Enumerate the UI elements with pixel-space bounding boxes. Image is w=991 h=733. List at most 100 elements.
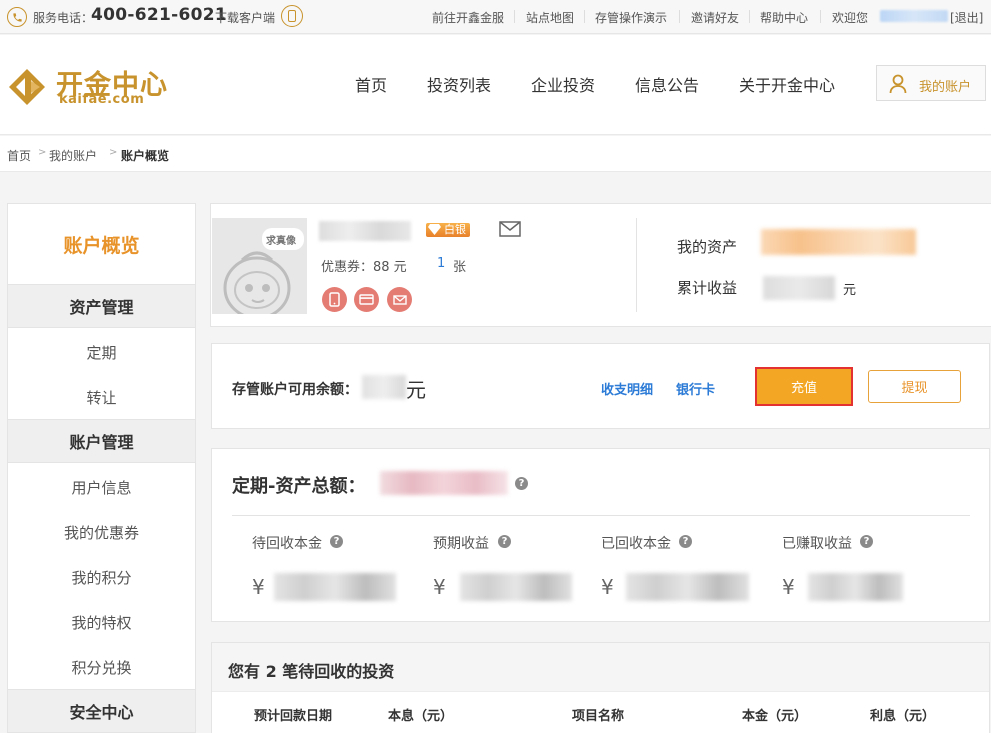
earned-income-label: 已赚取收益 [782,536,852,552]
phone-verify-icon[interactable] [322,287,347,312]
account-sidebar: 账户概览 资产管理 定期 转让 账户管理 用户信息 我的优惠券 我的积分 我的特… [7,203,196,733]
column-header-principal: 本金（元） [742,709,808,724]
download-client-link[interactable]: 下载客户端 [215,9,275,26]
bank-card-link[interactable]: 银行卡 [676,379,715,398]
my-account-button[interactable]: 我的账户 [876,65,986,101]
assets-divider [232,515,970,516]
breadcrumb-my-account[interactable]: 我的账户 [49,147,97,164]
sidebar-group-account: 账户管理 [8,419,195,463]
total-income-label: 累计收益 [677,279,738,297]
sidebar-group-security[interactable]: 安全中心 [8,689,195,733]
nav-investment-list[interactable]: 投资列表 [427,72,491,96]
service-phone-number: 400-621-6021 [91,5,227,25]
transaction-details-link[interactable]: 收支明细 [601,379,653,398]
column-header-principal-interest: 本息（元） [388,709,454,724]
avatar-prompt-text: 求真像 [266,236,296,247]
nav-announcements[interactable]: 信息公告 [635,72,699,96]
avatar[interactable]: 求真像 [212,218,307,314]
site-header: 开金中心 kaifae.com 首页 投资列表 企业投资 信息公告 关于开金中心… [0,35,991,135]
pending-principal-value-redacted [274,573,396,601]
expected-income-label: 预期收益 [433,536,489,552]
my-assets-value-redacted [761,229,916,255]
profile-divider [636,218,637,312]
breadcrumb-current: 账户概览 [121,149,170,163]
nav-about[interactable]: 关于开金中心 [739,72,835,96]
withdraw-button[interactable]: 提现 [868,370,961,403]
top-link-divider [679,10,680,23]
help-icon[interactable]: ? [515,477,528,490]
username-redacted [319,221,411,241]
sidebar-item-user-info[interactable]: 用户信息 [8,465,195,509]
sidebar-item-points-redeem[interactable]: 积分兑换 [8,645,195,689]
top-link-divider [514,10,515,23]
total-income-unit: 元 [843,283,857,298]
phone-icon [7,7,27,27]
mail-icon[interactable] [499,221,521,237]
my-assets-label: 我的资产 [677,238,738,256]
nav-home[interactable]: 首页 [355,72,387,96]
column-header-repayment-date: 预计回款日期 [254,709,333,724]
sidebar-item-coupons[interactable]: 我的优惠券 [8,510,195,554]
diamond-icon [428,224,441,235]
welcome-text: 欢迎您 [832,11,869,25]
fixed-term-total-label: 定期-资产总额： [232,476,366,497]
pending-principal-label: 待回收本金 [252,536,322,552]
sidebar-group-assets: 资产管理 [8,284,195,328]
profile-card: 求真像 白银 优惠券：88 元 1 张 我的资产 累计收益 元 [210,203,991,327]
nav-enterprise-investment[interactable]: 企业投资 [531,72,595,96]
top-link-kaixin[interactable]: 前往开鑫金服 [432,9,504,26]
fixed-term-total-value-redacted [380,471,508,495]
earned-income-value-redacted [808,573,903,601]
top-utility-bar: 服务电话： 400-621-6021 下载客户端 前往开鑫金服 站点地图 存管操… [0,0,991,34]
sidebar-title-overview[interactable]: 账户概览 [8,204,195,284]
column-header-project-name: 项目名称 [572,709,625,724]
user-icon [889,74,907,94]
level-badge-label: 白银 [444,223,466,236]
service-phone-label: 服务电话： [33,11,94,25]
recovered-principal-value-redacted [626,573,749,601]
username-redacted [880,10,948,22]
logout-link[interactable]: [退出] [950,9,983,26]
sidebar-item-fixed-term[interactable]: 定期 [8,330,195,374]
pending-investments-panel: 您有 2 笔待回收的投资 预计回款日期 本息（元） 项目名称 本金（元） 利息（… [211,642,990,733]
sidebar-item-transfer[interactable]: 转让 [8,375,195,419]
help-icon[interactable]: ? [498,535,511,548]
email-verify-icon[interactable] [387,287,412,312]
depository-balance-panel: 存管账户可用余额： 元 收支明细 银行卡 充值 提现 [211,343,990,429]
currency-yen-icon: ¥ [601,575,614,599]
help-icon[interactable]: ? [679,535,692,548]
breadcrumb-separator-icon: > [38,147,47,158]
top-link-divider [820,10,821,23]
available-balance-value-redacted [362,375,406,399]
pending-investments-header: 您有 2 笔待回收的投资 [212,643,989,692]
help-icon[interactable]: ? [860,535,873,548]
recharge-button[interactable]: 充值 [755,367,853,406]
recovered-principal-label: 已回收本金 [601,536,671,552]
sidebar-item-points[interactable]: 我的积分 [8,555,195,599]
silver-level-badge: 白银 [426,223,470,237]
mobile-phone-icon[interactable] [281,5,303,27]
available-balance-unit: 元 [406,378,426,402]
expected-income-value-redacted [460,573,572,601]
bank-card-icon[interactable] [354,287,379,312]
breadcrumb: 首页 > 我的账户 > 账户概览 [0,136,991,172]
currency-yen-icon: ¥ [252,575,265,599]
top-link-divider [749,10,750,23]
kaifae-logo-icon[interactable] [7,67,47,107]
total-income-value-redacted [763,276,835,300]
coupon-count-unit: 张 [453,260,467,275]
breadcrumb-separator-icon: > [109,147,118,158]
coupon-count[interactable]: 1 [437,256,445,271]
top-link-invite-friends[interactable]: 邀请好友 [691,9,739,26]
help-icon[interactable]: ? [330,535,343,548]
sidebar-item-privileges[interactable]: 我的特权 [8,600,195,644]
logo-domain[interactable]: kaifae.com [59,92,144,107]
top-link-depository-demo[interactable]: 存管操作演示 [595,9,667,26]
top-link-help-center[interactable]: 帮助中心 [760,9,808,26]
top-link-sitemap[interactable]: 站点地图 [526,9,574,26]
currency-yen-icon: ¥ [433,575,446,599]
breadcrumb-home[interactable]: 首页 [7,147,31,164]
my-account-label: 我的账户 [919,80,972,95]
available-balance-label: 存管账户可用余额： [232,382,358,398]
column-header-interest: 利息（元） [870,709,936,724]
